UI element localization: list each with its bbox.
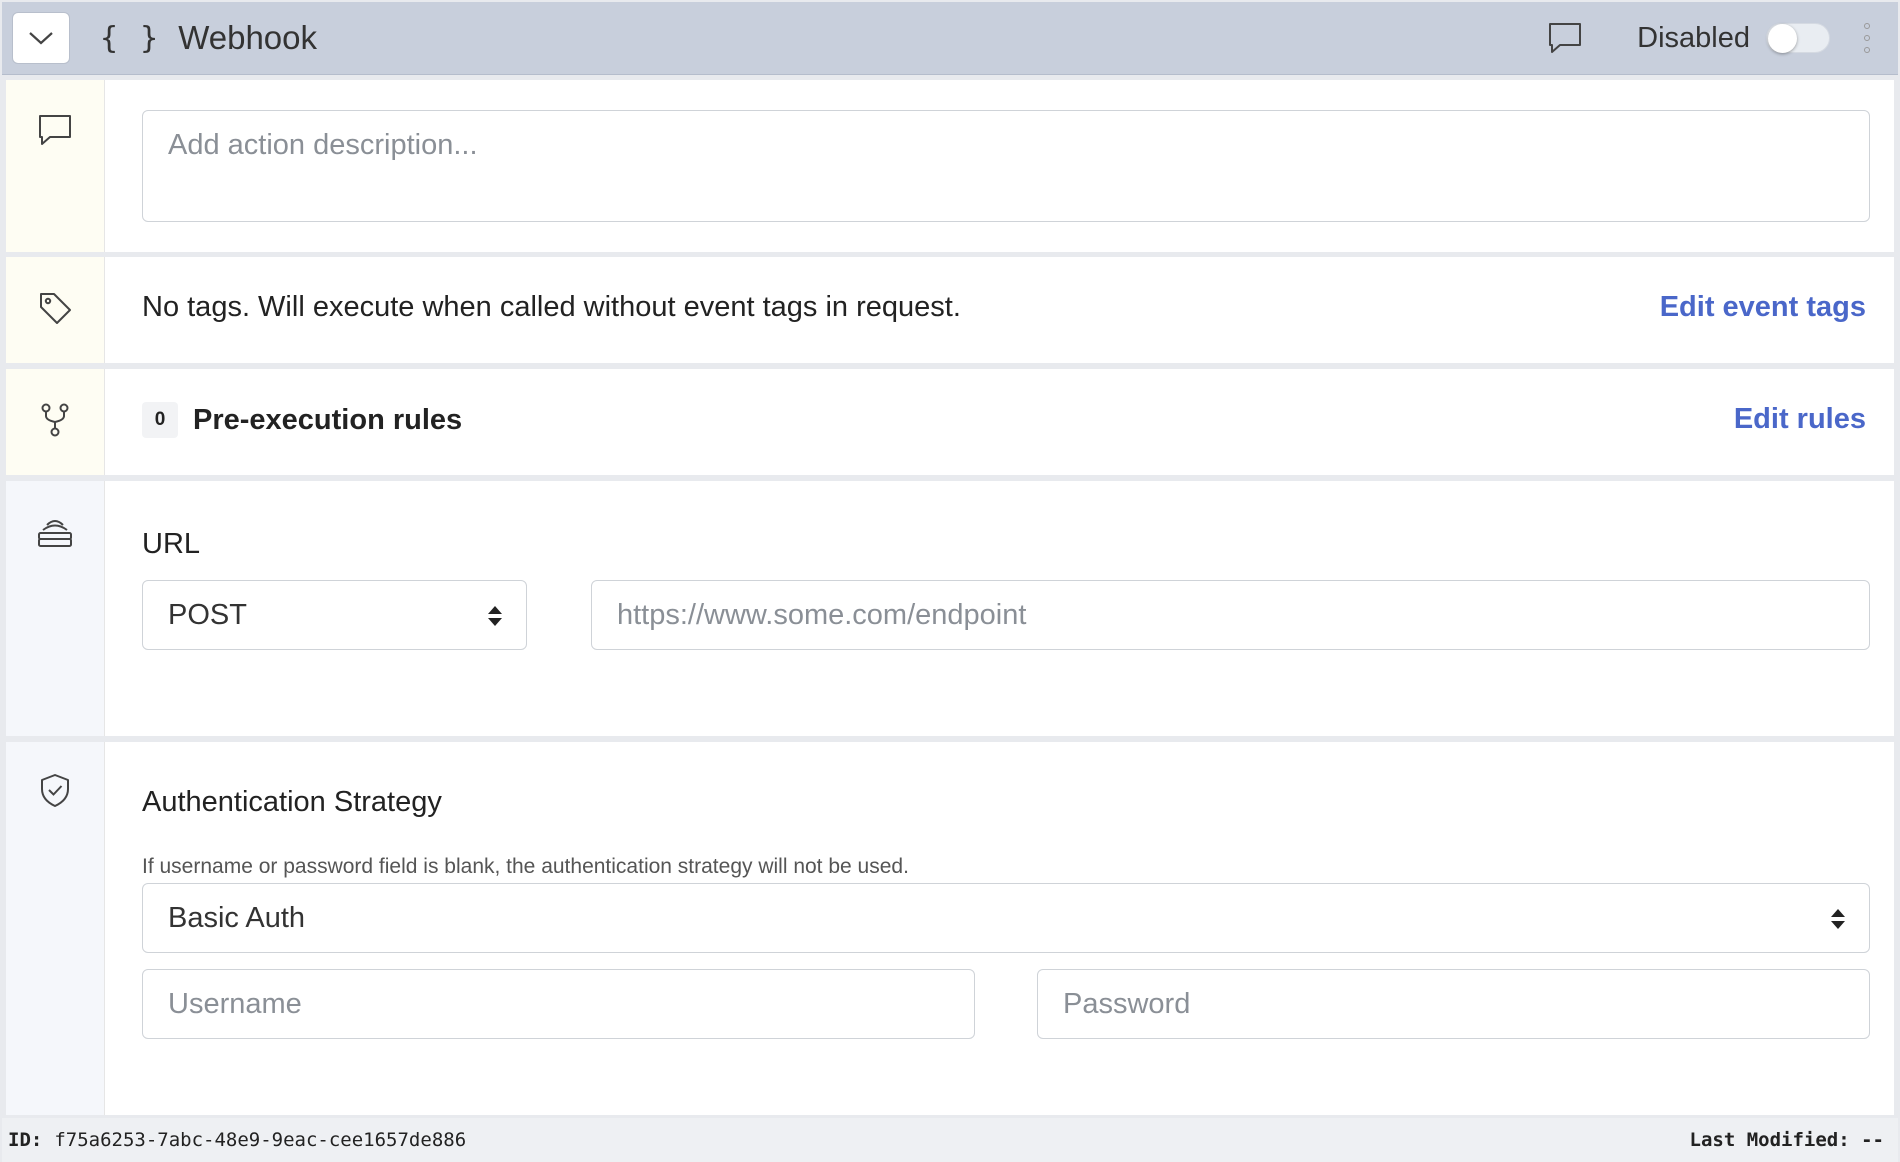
tag-icon	[40, 293, 71, 324]
username-input[interactable]	[142, 969, 975, 1039]
url-label: URL	[142, 528, 201, 560]
tags-section: No tags. Will execute when called withou…	[6, 257, 1894, 363]
auth-strategy-value: Basic Auth	[168, 901, 306, 934]
id-label: ID:	[8, 1129, 43, 1151]
tags-gutter	[6, 257, 105, 363]
stack-icon	[38, 520, 72, 547]
status-label: Disabled	[1637, 21, 1750, 54]
action-id: f75a6253-7abc-48e9-9eac-cee1657de886	[54, 1129, 467, 1151]
description-content	[105, 80, 1894, 252]
last-modified: Last Modified: --	[1690, 1129, 1885, 1151]
kebab-dot	[1864, 35, 1870, 41]
chevron-down-icon	[29, 32, 53, 45]
branch-icon	[41, 403, 69, 437]
rules-gutter	[6, 369, 105, 475]
kebab-dot	[1864, 23, 1870, 29]
edit-rules-link[interactable]: Edit rules	[1734, 403, 1866, 436]
rules-count-badge: 0	[142, 402, 178, 438]
edit-event-tags-link[interactable]: Edit event tags	[1660, 291, 1866, 324]
select-arrows-icon	[488, 606, 502, 626]
description-section	[6, 80, 1894, 252]
auth-label: Authentication Strategy	[142, 786, 442, 818]
comment-icon	[1549, 23, 1582, 53]
curly-braces-icon: { }	[100, 20, 161, 56]
auth-section: Authentication Strategy If username or p…	[6, 742, 1894, 1115]
auth-strategy-select[interactable]: Basic Auth	[142, 883, 1870, 953]
url-section: URL POST	[6, 481, 1894, 736]
rules-content: 0 Pre-execution rules Edit rules	[105, 369, 1894, 475]
description-input[interactable]	[142, 110, 1870, 222]
header-controls: Disabled	[1545, 18, 1898, 58]
description-gutter	[6, 80, 105, 252]
auth-content: Authentication Strategy If username or p…	[105, 742, 1894, 1115]
comment-icon	[39, 115, 71, 145]
collapse-button[interactable]	[12, 12, 70, 64]
kebab-dot	[1864, 47, 1870, 53]
tags-content: No tags. Will execute when called withou…	[105, 257, 1894, 363]
auth-gutter	[6, 742, 105, 1115]
last-modified-label: Last Modified:	[1689, 1129, 1850, 1151]
method-value: POST	[168, 598, 247, 631]
url-gutter	[6, 481, 105, 736]
more-menu-button[interactable]	[1860, 23, 1874, 53]
comment-button[interactable]	[1545, 18, 1585, 58]
url-content: URL POST	[105, 481, 1894, 736]
password-input[interactable]	[1037, 969, 1870, 1039]
action-title: Webhook	[178, 19, 318, 56]
last-modified-value: --	[1861, 1129, 1884, 1151]
webhook-action-card: { } Webhook Disabled Add action descript…	[0, 0, 1900, 1162]
rules-section: 0 Pre-execution rules Edit rules	[6, 369, 1894, 475]
enabled-toggle[interactable]	[1766, 23, 1830, 53]
method-select[interactable]: POST	[142, 580, 527, 650]
tags-text: No tags. Will execute when called withou…	[142, 291, 961, 323]
auth-help-text: If username or password field is blank, …	[142, 855, 909, 878]
toggle-knob	[1768, 24, 1797, 53]
url-input[interactable]	[591, 580, 1870, 650]
select-arrows-icon	[1831, 909, 1845, 929]
action-header: { } Webhook Disabled	[2, 2, 1898, 75]
rules-label: Pre-execution rules	[193, 404, 463, 436]
action-footer: ID: f75a6253-7abc-48e9-9eac-cee1657de886…	[2, 1118, 1898, 1162]
shield-check-icon	[41, 774, 69, 807]
